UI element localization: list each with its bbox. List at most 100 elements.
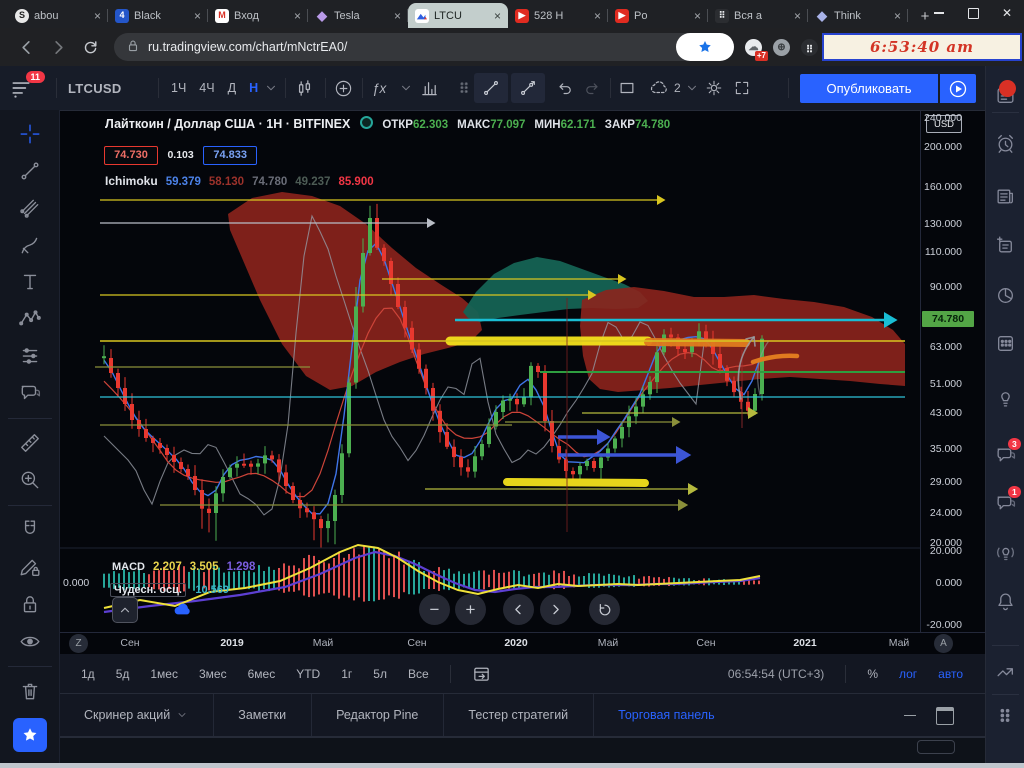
auto-scale-button[interactable]: авто [938, 667, 963, 681]
measure-tool[interactable] [12, 425, 48, 461]
tab-close-button[interactable]: × [594, 9, 601, 23]
time-axis[interactable]: Z A Сен 2019 Май Сен 2020 Май Сен 2021 Май [60, 632, 985, 655]
reload-button[interactable] [78, 35, 102, 59]
browser-tab-528-h[interactable]: ▶ 528 H × [508, 3, 608, 28]
timeframe-chevron-icon[interactable] [264, 66, 278, 110]
brush-tool[interactable] [12, 227, 48, 263]
forecast-tool[interactable] [12, 338, 48, 374]
globe-extension[interactable]: ⊕ [773, 38, 790, 56]
range-1д[interactable]: 1д [81, 667, 95, 681]
range-3мес[interactable]: 3мес [199, 667, 227, 681]
browser-tab-black[interactable]: 4 Black × [108, 3, 208, 28]
cloud-save-button[interactable] [649, 66, 669, 110]
ray-line-tool-button[interactable] [511, 73, 545, 103]
browser-tab-think[interactable]: ◆ Think × [808, 3, 908, 28]
blackberry-extension[interactable]: ⣶ [801, 38, 818, 56]
zoom-out-corner-button[interactable]: Z [69, 634, 88, 653]
calendar-icon[interactable] [995, 333, 1017, 355]
range-5л[interactable]: 5л [373, 667, 387, 681]
range-1мес[interactable]: 1мес [150, 667, 178, 681]
cloud-chevron-icon[interactable] [685, 66, 699, 110]
trend-line-tool[interactable] [12, 153, 48, 189]
indicators-chevron-icon[interactable] [399, 66, 413, 110]
ideas-icon[interactable] [995, 388, 1017, 410]
bottom-tab-5[interactable]: Торговая панель [594, 694, 739, 736]
browser-tab-tesla[interactable]: ◆ Tesla × [308, 3, 408, 28]
auto-scale-corner-button[interactable]: A [934, 634, 953, 653]
range-Все[interactable]: Все [408, 667, 429, 681]
hide-drawings-tool[interactable] [12, 623, 48, 659]
redo-button[interactable] [583, 66, 601, 110]
browser-tab-abou[interactable]: Sabou × [8, 3, 108, 28]
play-button[interactable] [940, 74, 976, 103]
tab-close-button[interactable]: × [694, 9, 701, 23]
drag-handle-icon[interactable] [456, 66, 473, 110]
object-tree-icon[interactable] [995, 706, 1017, 728]
trend-line-tool-button[interactable] [474, 73, 508, 103]
undo-button[interactable] [556, 66, 574, 110]
timeframe-1Ч[interactable]: 1Ч [171, 81, 186, 95]
bottom-tab-3[interactable]: Редактор Pine [312, 694, 443, 736]
tab-close-button[interactable]: × [94, 9, 101, 23]
drawing-mode-tool[interactable] [12, 549, 48, 585]
back-button[interactable] [14, 35, 38, 59]
range-6мес[interactable]: 6мес [248, 667, 276, 681]
range-YTD[interactable]: YTD [296, 667, 320, 681]
tab-close-button[interactable]: × [394, 9, 401, 23]
tab-close-button[interactable]: × [494, 9, 501, 23]
url-bar[interactable]: ru.tradingview.com/chart/mNctrEA0/ [114, 33, 734, 61]
timeframe-Д[interactable]: Д [228, 81, 236, 95]
alerts-icon[interactable] [995, 133, 1017, 155]
remove-drawings-tool[interactable] [12, 673, 48, 709]
bottom-tab-4[interactable]: Тестер стратегий [444, 694, 593, 736]
zoom-in-tool[interactable] [12, 462, 48, 498]
notifications-icon[interactable] [995, 591, 1017, 613]
go-to-date-button[interactable] [472, 664, 492, 684]
browser-tab-ltcu[interactable]: LTCU × [408, 3, 508, 28]
symbol-button[interactable]: LTCUSD [68, 66, 122, 110]
bottom-tab-2[interactable]: Заметки [214, 694, 311, 736]
bottom-tab-1[interactable]: Скринер акций [60, 694, 213, 736]
zoom-out-button[interactable]: − [419, 594, 450, 625]
quick-search-icon[interactable] [995, 662, 1017, 684]
timeframe-Н[interactable]: Н [249, 81, 258, 95]
percent-scale-button[interactable]: % [867, 667, 878, 681]
tab-close-button[interactable]: × [794, 9, 801, 23]
scroll-left-button[interactable] [503, 594, 534, 625]
compare-button[interactable] [334, 66, 353, 110]
panel-handle[interactable] [917, 740, 955, 754]
forward-button[interactable] [46, 35, 70, 59]
pitchfork-tool[interactable] [12, 190, 48, 226]
cloud-extension[interactable]: ☁ +7 [745, 38, 768, 61]
news-icon[interactable] [995, 186, 1017, 208]
templates-button[interactable] [420, 66, 439, 110]
close-window-button[interactable]: ✕ [990, 0, 1024, 26]
crosshair-tool[interactable] [12, 116, 48, 152]
hotlists-icon[interactable] [995, 285, 1017, 307]
annotation-tool[interactable] [12, 375, 48, 411]
text-tool[interactable] [12, 264, 48, 300]
ichimoku-legend[interactable]: Ichimoku 59.379 58.130 74.780 49.237 85.900 [105, 172, 374, 190]
minimize-window-button[interactable] [922, 0, 956, 26]
chart-type-button[interactable] [295, 66, 314, 110]
favorites-star-button[interactable] [12, 718, 47, 752]
browser-tab-вход[interactable]: M Вход × [208, 3, 308, 28]
browser-tab-po[interactable]: ▶ Po × [608, 3, 708, 28]
fullscreen-icon[interactable] [734, 66, 750, 110]
profile-avatar[interactable] [999, 80, 1016, 97]
timeframe-4Ч[interactable]: 4Ч [199, 81, 214, 95]
chart-legend-title[interactable]: Лайткоин / Доллар США · 1Н · BITFINEX ОТК… [105, 116, 670, 131]
streams-icon[interactable] [995, 543, 1017, 565]
bookmark-capsule[interactable] [676, 33, 734, 61]
indicators-button[interactable]: ƒx [372, 66, 386, 110]
range-1г[interactable]: 1г [341, 667, 352, 681]
tab-close-button[interactable]: × [194, 9, 201, 23]
macd-legend[interactable]: MACD 2.207 3.505 1.298 [112, 557, 255, 575]
tab-close-button[interactable]: × [894, 9, 901, 23]
panel-restore-icon[interactable] [936, 706, 954, 725]
browser-tab-вся-а[interactable]: ⠿ Вся а × [708, 3, 808, 28]
rectangle-tool-button[interactable] [618, 66, 636, 110]
lock-drawings-tool[interactable] [12, 586, 48, 622]
restore-window-button[interactable] [956, 0, 990, 26]
settings-gear-icon[interactable] [705, 66, 723, 110]
